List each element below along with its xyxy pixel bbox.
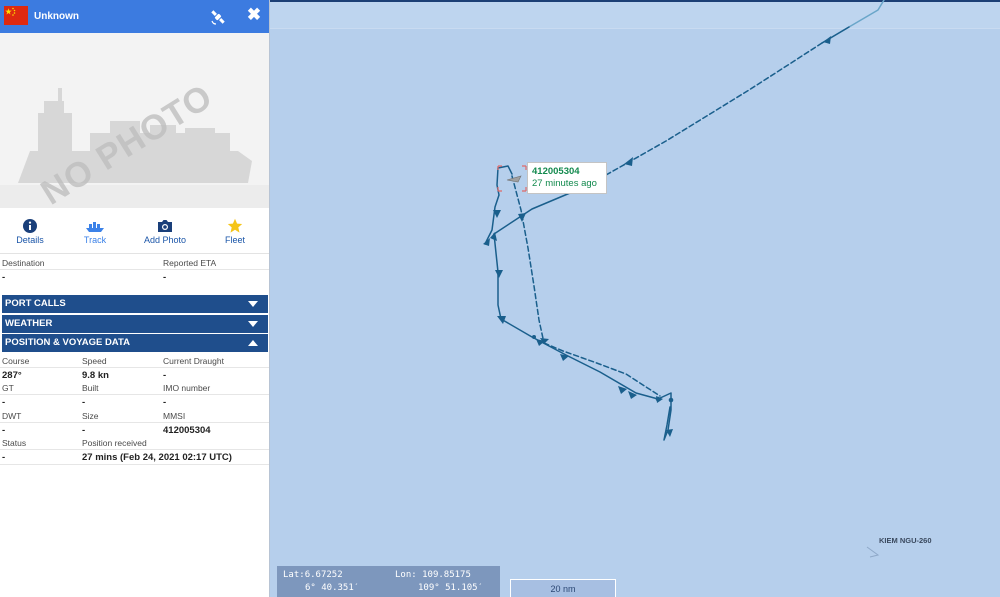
track-point bbox=[655, 396, 661, 402]
lon-value: 109.85175 bbox=[422, 570, 471, 580]
size-label: Size bbox=[82, 411, 99, 421]
longitude-readout: Lon: 109.85175 bbox=[395, 570, 471, 580]
lat-value: 6.67252 bbox=[304, 570, 343, 580]
area-label: KIEM NGU-260 bbox=[879, 536, 932, 545]
app-root: Unknown ✖ NO PHOTO Details Track Add Pho… bbox=[0, 0, 1000, 597]
section-weather-label: WEATHER bbox=[5, 318, 53, 329]
track-arrow bbox=[495, 270, 503, 278]
row-divider bbox=[0, 394, 269, 395]
close-icon[interactable]: ✖ bbox=[244, 4, 264, 26]
position-received-value: 27 mins (Feb 24, 2021 02:17 UTC) bbox=[82, 452, 232, 463]
vessel-name: Unknown bbox=[34, 11, 79, 22]
vessel-tooltip[interactable]: 412005304 27 minutes ago bbox=[527, 162, 607, 194]
scale-label: 20 nm bbox=[550, 584, 576, 594]
chevron-up-icon bbox=[248, 340, 258, 346]
map-scale-bar: 20 nm bbox=[510, 579, 616, 597]
lon-label: Lon: bbox=[395, 570, 417, 580]
coordinates-readout: Lat:6.67252 Lon: 109.85175 6° 40.351′ 10… bbox=[277, 566, 500, 597]
track-segment bbox=[500, 318, 659, 400]
gt-label: GT bbox=[2, 383, 14, 393]
section-port-calls[interactable]: PORT CALLS bbox=[2, 295, 268, 313]
track-point bbox=[532, 335, 536, 339]
row-divider bbox=[0, 464, 269, 465]
latitude-readout: Lat:6.67252 bbox=[283, 570, 343, 580]
tab-details[interactable]: Details bbox=[0, 208, 60, 254]
track-segment bbox=[605, 42, 823, 176]
track-arrow bbox=[483, 238, 490, 246]
info-icon bbox=[23, 219, 37, 233]
row-divider bbox=[0, 422, 269, 423]
row-divider bbox=[0, 269, 269, 270]
dwt-label: DWT bbox=[2, 411, 22, 421]
built-value: - bbox=[82, 397, 86, 408]
mmsi-value: 412005304 bbox=[163, 425, 211, 436]
status-value: - bbox=[2, 452, 6, 463]
chevron-down-icon bbox=[248, 301, 258, 307]
camera-icon bbox=[158, 220, 172, 232]
row-divider bbox=[0, 367, 269, 368]
vessel-icon bbox=[506, 175, 522, 183]
section-weather[interactable]: WEATHER bbox=[2, 315, 268, 333]
satellite-icon[interactable] bbox=[209, 8, 227, 26]
vessel-marker[interactable] bbox=[497, 165, 527, 192]
track-arrow bbox=[497, 316, 506, 324]
destination-value: - bbox=[2, 272, 6, 283]
track-point bbox=[668, 397, 674, 403]
draught-value: - bbox=[163, 370, 167, 381]
imo-value: - bbox=[163, 397, 167, 408]
panel-tabs: Details Track Add Photo Fleet bbox=[0, 208, 269, 254]
track-segment bbox=[493, 233, 502, 320]
dwt-value: - bbox=[2, 425, 6, 436]
tab-track[interactable]: Track bbox=[65, 208, 125, 254]
tooltip-mmsi: 412005304 bbox=[532, 166, 580, 177]
speed-value: 9.8 kn bbox=[82, 370, 109, 381]
tab-fleet[interactable]: Fleet bbox=[205, 208, 265, 254]
tab-fleet-label: Fleet bbox=[224, 235, 245, 245]
track-segment bbox=[543, 342, 661, 397]
tab-add-photo[interactable]: Add Photo bbox=[135, 208, 195, 254]
speed-label: Speed bbox=[82, 356, 107, 366]
imo-label: IMO number bbox=[163, 383, 211, 393]
ship-icon bbox=[86, 222, 104, 232]
track-arrow bbox=[823, 36, 831, 44]
row-divider bbox=[0, 449, 269, 450]
track-segment bbox=[821, 0, 885, 44]
section-position-voyage-label: POSITION & VOYAGE DATA bbox=[5, 337, 130, 348]
destination-label: Destination bbox=[2, 258, 45, 268]
status-label: Status bbox=[2, 438, 27, 448]
star-icon bbox=[227, 218, 243, 233]
course-value: 287° bbox=[2, 370, 22, 381]
mmsi-label: MMSI bbox=[163, 411, 186, 421]
lat-label: Lat: bbox=[283, 570, 305, 580]
track-segment bbox=[511, 175, 545, 344]
course-label: Course bbox=[2, 356, 30, 366]
eta-label: Reported ETA bbox=[163, 258, 217, 268]
vessel-panel: Unknown ✖ NO PHOTO Details Track Add Pho… bbox=[0, 0, 270, 597]
china-flag-icon bbox=[4, 6, 28, 25]
tooltip-time: 27 minutes ago bbox=[532, 178, 597, 189]
tab-add-photo-label: Add Photo bbox=[143, 235, 187, 245]
tab-details-label: Details bbox=[16, 235, 44, 245]
lat-dms: 6° 40.351′ bbox=[305, 583, 360, 593]
vessel-photo-placeholder: NO PHOTO bbox=[0, 33, 269, 208]
eta-value: - bbox=[163, 272, 167, 283]
panel-header: Unknown ✖ bbox=[0, 0, 269, 33]
vessel-track bbox=[483, 0, 885, 441]
size-value: - bbox=[82, 425, 86, 436]
lon-dms: 109° 51.105′ bbox=[418, 583, 484, 593]
built-label: Built bbox=[82, 383, 99, 393]
gt-value: - bbox=[2, 397, 6, 408]
draught-label: Current Draught bbox=[163, 356, 224, 366]
tab-track-label: Track bbox=[83, 235, 107, 245]
section-port-calls-label: PORT CALLS bbox=[5, 298, 66, 309]
position-received-label: Position received bbox=[82, 438, 147, 448]
chevron-down-icon bbox=[248, 321, 258, 327]
track-arrow bbox=[624, 157, 633, 166]
area-marker-icon bbox=[866, 546, 880, 558]
map-view[interactable]: 412005304 27 minutes ago KIEM NGU-260 La… bbox=[270, 0, 1000, 597]
section-position-voyage[interactable]: POSITION & VOYAGE DATA bbox=[2, 334, 268, 352]
track-segment bbox=[484, 165, 513, 245]
